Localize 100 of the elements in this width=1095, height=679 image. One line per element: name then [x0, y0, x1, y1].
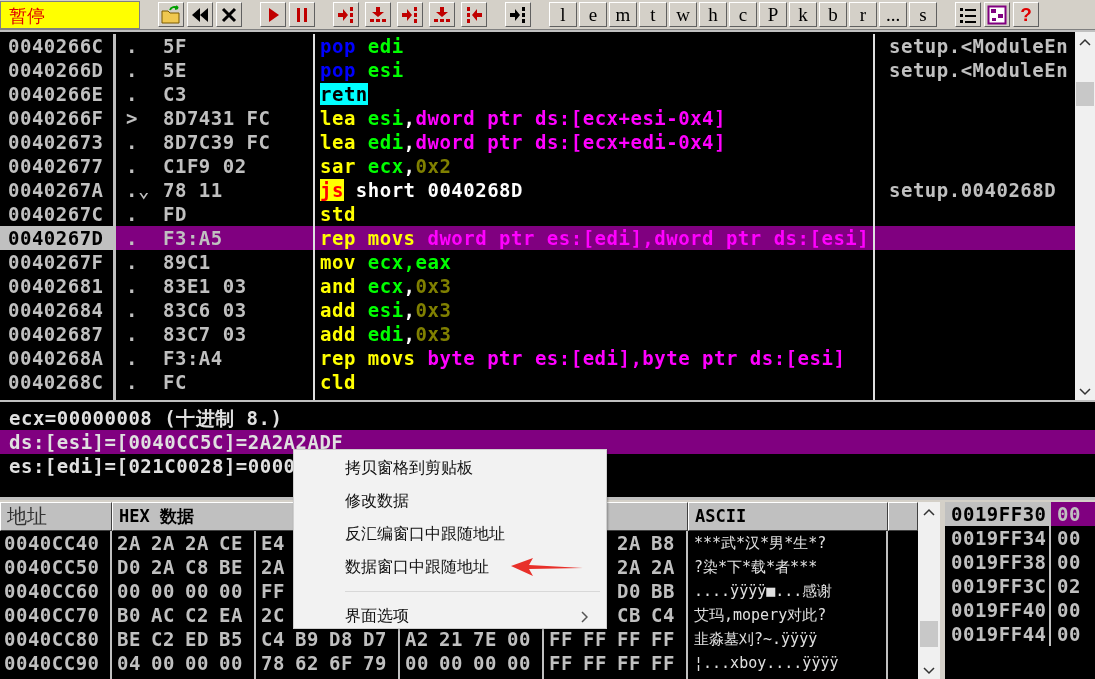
row-marker: . [126, 346, 139, 370]
hex-byte: CE [219, 531, 244, 555]
comment-text: setup.<ModuleEn [889, 59, 1069, 81]
column-header[interactable]: ASCII [688, 502, 888, 531]
info-text: ecx=00000008 (十进制 8.) [9, 410, 283, 426]
window-button[interactable]: b [819, 2, 847, 27]
hex-byte: 00 [507, 651, 532, 675]
value-cell-text: 00 [1056, 526, 1082, 550]
hex-byte: 00 [405, 651, 430, 675]
step-over-button[interactable] [365, 2, 391, 27]
scrollbar[interactable] [1075, 32, 1095, 400]
hex-byte: 04 [117, 651, 142, 675]
run-button[interactable] [260, 2, 286, 27]
window-button[interactable]: s [909, 2, 937, 27]
ascii-text: ¦...xboy....ÿÿÿÿ [694, 654, 839, 672]
window-button[interactable]: ... [879, 2, 907, 27]
ascii-text: ?染*下*载*者*** [694, 558, 818, 576]
address-cell: 0040CC90 [0, 651, 112, 675]
rewind-button[interactable] [187, 2, 213, 27]
instruction: lea esi,dword ptr ds:[ecx+esi-0x4] [320, 107, 726, 129]
instruction: rep movs byte ptr es:[edi],byte ptr ds:[esi] [320, 347, 846, 369]
value-cell: 00 [1051, 502, 1095, 526]
close-button[interactable] [216, 2, 242, 27]
go-to-button[interactable] [505, 2, 531, 27]
menu-item[interactable]: 修改数据 [294, 485, 606, 518]
scrollbar-thumb[interactable] [1076, 82, 1094, 106]
row-marker: . [126, 34, 139, 58]
hex-byte: 2A [151, 555, 176, 579]
row-marker: . [126, 82, 139, 106]
hex-byte: 00 [185, 579, 210, 603]
row-marker: . [126, 226, 139, 250]
scroll-down-icon[interactable] [1079, 388, 1091, 396]
open-button[interactable] [158, 2, 184, 27]
menu-item[interactable]: 反汇编窗口中跟随地址 [294, 518, 606, 551]
row-marker: . [126, 370, 139, 394]
code-row[interactable]: 0040267D . F3:A5 rep movs dword ptr es:[edi],dword ptr ds:[esi] [0, 226, 1075, 250]
scrollbar-thumb[interactable] [920, 621, 938, 647]
hex-byte: 2A [617, 555, 642, 579]
row-marker: . [126, 274, 139, 298]
instruction: js short 0040268D [320, 179, 523, 201]
scrollbar[interactable] [918, 502, 940, 679]
pause-button[interactable] [289, 2, 315, 27]
address-cell: 0040CC40 [0, 531, 112, 555]
header-cell [888, 502, 918, 531]
window-button[interactable]: c [729, 2, 757, 27]
menu-item[interactable]: 拷贝窗格到剪贴板 [294, 452, 606, 485]
hex-byte: 00 [151, 579, 176, 603]
opcode-bytes: 83C7 03 [163, 322, 247, 346]
trace-into-button[interactable] [397, 2, 423, 27]
hex-byte: E4 [261, 531, 286, 555]
arrow-bar-icon [464, 4, 484, 25]
window-button[interactable]: P [759, 2, 787, 27]
ascii-text: 艾玛,mopery对此? [694, 606, 827, 624]
window-button[interactable]: l [549, 2, 577, 27]
instruction: sar ecx,0x2 [320, 155, 452, 177]
opcode-bytes: 5F [163, 34, 187, 58]
hex-byte: 00 [185, 651, 210, 675]
window-button[interactable]: m [609, 2, 637, 27]
opcode-bytes: FD [163, 202, 187, 226]
hex-byte: 00 [117, 579, 142, 603]
hex-byte: 00 [219, 651, 244, 675]
window-button[interactable]: k [789, 2, 817, 27]
instruction: and ecx,0x3 [320, 275, 452, 297]
arrow-bar-icon [336, 4, 356, 25]
list-button[interactable] [955, 2, 981, 27]
hex-byte: 62 [295, 651, 320, 675]
menu-item[interactable]: 数据窗口中跟随地址 [294, 551, 606, 584]
column-header[interactable]: 地址 [0, 502, 112, 531]
window-button[interactable]: h [699, 2, 727, 27]
execute-till-return-button[interactable] [461, 2, 487, 27]
value-cell-text: 00 [1056, 550, 1082, 574]
stack-row[interactable]: 0019FF30 00 [945, 502, 1095, 526]
status-indicator: 暂停 [0, 0, 140, 29]
window-button[interactable]: t [639, 2, 667, 27]
window-button[interactable]: e [579, 2, 607, 27]
step-into-button[interactable] [333, 2, 359, 27]
scroll-down-icon[interactable] [923, 667, 935, 675]
scroll-up-icon[interactable] [1079, 38, 1091, 46]
window-button[interactable]: w [669, 2, 697, 27]
hex-byte: CB [617, 603, 642, 627]
trace-over-button[interactable] [429, 2, 455, 27]
grid-button[interactable] [984, 2, 1010, 27]
opcode-bytes: 89C1 [163, 250, 211, 274]
window-button[interactable]: r [849, 2, 877, 27]
folder-icon [161, 4, 181, 25]
hex-byte: B5 [219, 627, 244, 651]
hex-byte: BE [219, 555, 244, 579]
row-marker: . [126, 154, 139, 178]
hex-byte: 00 [439, 651, 464, 675]
scroll-up-icon[interactable] [923, 508, 935, 516]
opcode-bytes: 83E1 03 [163, 274, 247, 298]
info-text: ds:[esi]=[0040CC5C]=2A2A2ADF [9, 434, 344, 450]
hex-byte: 78 [261, 651, 286, 675]
row-marker: . [126, 58, 139, 82]
chevron-right-icon [580, 610, 588, 623]
opcode-bytes: F3:A4 [163, 346, 223, 370]
row-marker: . [126, 298, 139, 322]
hex-byte: FF [617, 627, 642, 651]
value-cell-text: 00 [1056, 598, 1082, 622]
hex-byte: 2A [261, 555, 286, 579]
